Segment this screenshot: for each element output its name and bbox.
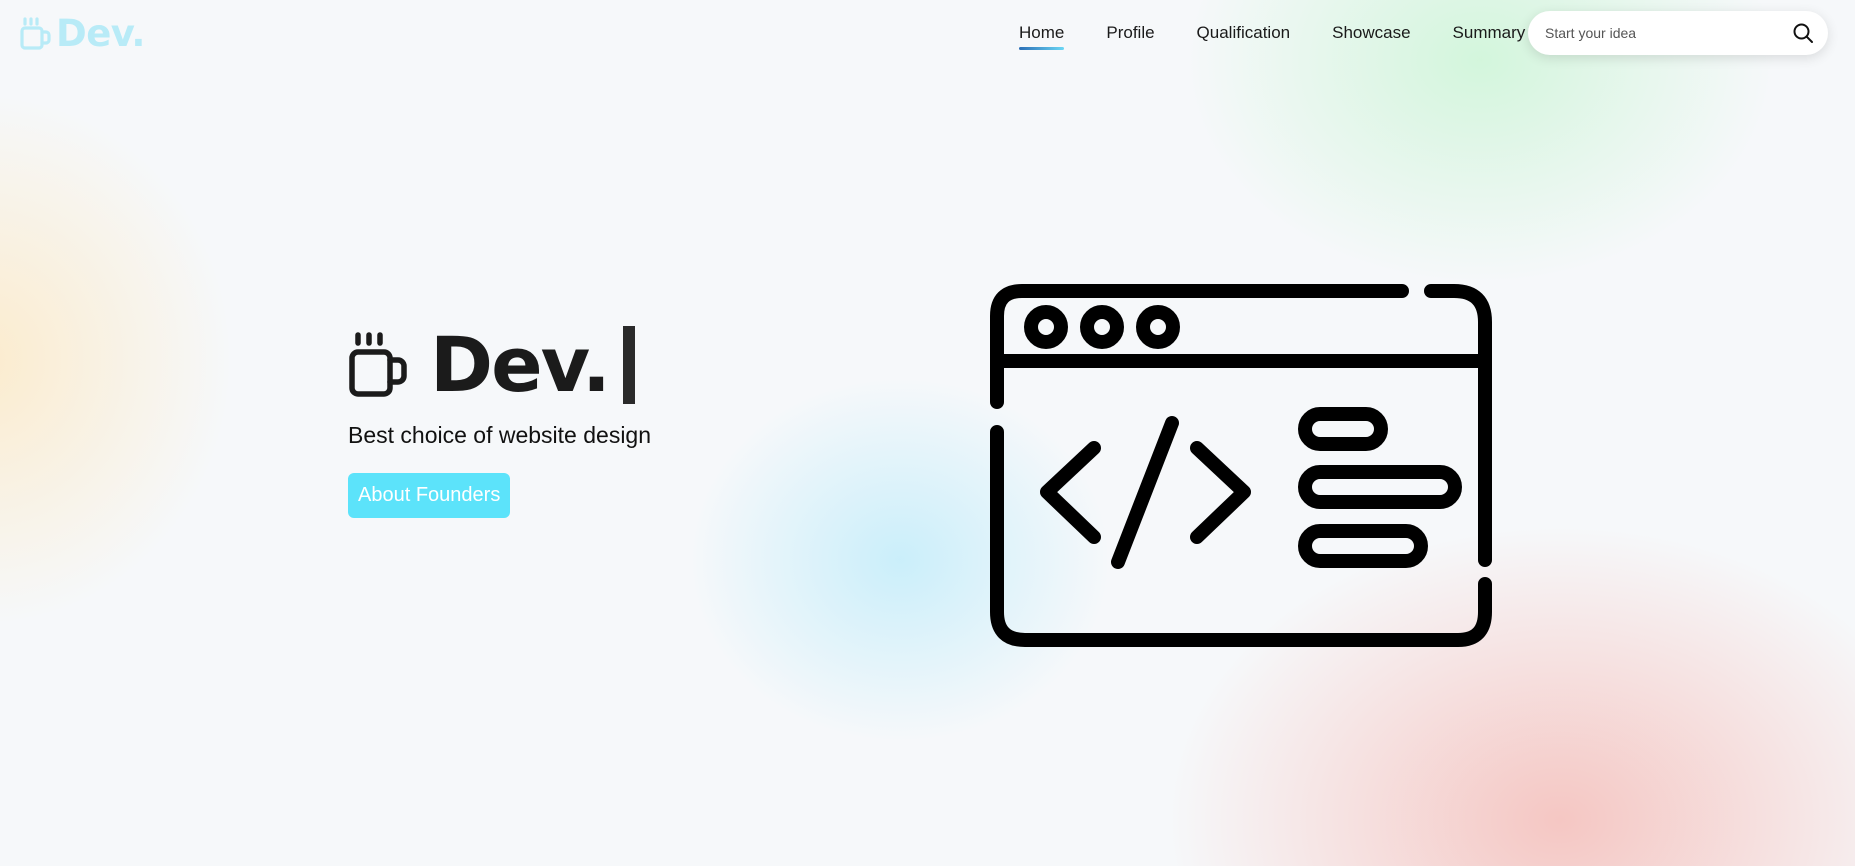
code-window-icon xyxy=(988,282,1494,653)
search-icon[interactable] xyxy=(1792,22,1814,49)
nav-profile[interactable]: Profile xyxy=(1100,22,1160,50)
main-nav: Home Profile Qualification Showcase Summ… xyxy=(1013,22,1531,50)
nav-summary[interactable]: Summary xyxy=(1447,22,1532,50)
brand-name: Dev. xyxy=(56,12,145,55)
search-input[interactable] xyxy=(1543,24,1787,42)
hero-title: Dev. xyxy=(348,320,651,410)
nav-showcase[interactable]: Showcase xyxy=(1326,22,1416,50)
mug-icon xyxy=(349,332,407,397)
about-founders-button[interactable]: About Founders xyxy=(348,473,511,518)
nav-home[interactable]: Home xyxy=(1013,22,1070,50)
nav-qualification[interactable]: Qualification xyxy=(1191,22,1297,50)
background-gradient xyxy=(0,0,1855,866)
hero-heading: Dev. xyxy=(430,320,611,409)
site-header: Dev. Home Profile Qualification Showcase… xyxy=(0,0,1855,68)
brand-logo[interactable]: Dev. xyxy=(20,12,145,56)
typing-cursor xyxy=(622,326,635,404)
mug-icon xyxy=(20,17,51,50)
hero-section: Dev. Best choice of website design About… xyxy=(348,320,651,518)
search-bar xyxy=(1528,11,1828,55)
hero-tagline: Best choice of website design xyxy=(348,422,652,448)
